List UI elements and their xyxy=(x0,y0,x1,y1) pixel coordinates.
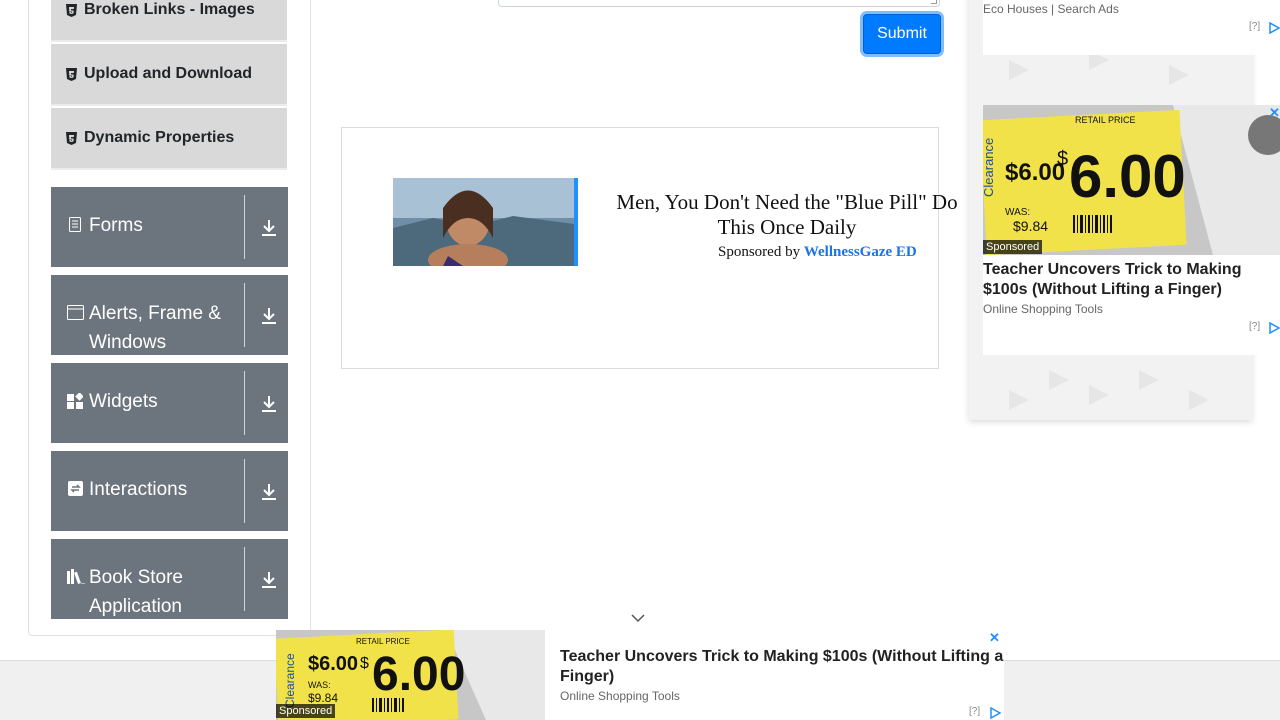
close-icon[interactable]: ✕ xyxy=(989,630,1000,646)
textarea-field[interactable] xyxy=(498,0,940,7)
chevron-down-icon[interactable] xyxy=(631,612,645,624)
left-panel: Broken Links - Images Upload and Downloa… xyxy=(28,0,311,636)
html5-icon xyxy=(65,3,77,17)
menu-item-upload-and-download[interactable]: Upload and Download xyxy=(51,44,287,106)
svg-text:$6.00: $6.00 xyxy=(308,653,358,675)
ad-source: Online Shopping Tools xyxy=(983,302,1103,316)
widgets-icon xyxy=(67,392,84,409)
download-icon[interactable] xyxy=(260,305,278,327)
books-icon xyxy=(67,569,85,585)
svg-text:$9.84: $9.84 xyxy=(1013,218,1048,234)
ad-headline[interactable]: Men, You Don't Need the "Blue Pill" Do T… xyxy=(597,190,977,240)
close-icon[interactable]: ✕ xyxy=(1269,105,1280,121)
svg-text:$: $ xyxy=(1057,148,1068,170)
ad-info-marker[interactable]: [?] xyxy=(969,706,980,717)
category-widgets[interactable]: Widgets xyxy=(51,363,288,443)
download-icon[interactable] xyxy=(260,481,278,503)
divider xyxy=(244,459,245,523)
svg-text:RETAIL PRICE: RETAIL PRICE xyxy=(356,637,410,646)
sponsored-label: Sponsored xyxy=(983,240,1043,254)
ad-sponsor: Sponsored by WellnessGaze ED xyxy=(718,244,917,261)
divider xyxy=(244,195,245,259)
svg-text:Clearance: Clearance xyxy=(983,138,996,197)
download-icon[interactable] xyxy=(260,569,278,591)
menu-item-label: Upload and Download xyxy=(84,65,252,82)
download-icon[interactable] xyxy=(260,393,278,415)
ad-info-marker[interactable]: [?] xyxy=(1249,21,1260,32)
sponsor-brand[interactable]: WellnessGaze ED xyxy=(804,244,917,260)
category-label: Book Store Application xyxy=(89,567,183,617)
html5-icon xyxy=(65,131,77,145)
category-label: Alerts, Frame & Windows xyxy=(89,303,221,353)
menu-item-label: Dynamic Properties xyxy=(84,129,235,146)
page: Broken Links - Images Upload and Downloa… xyxy=(0,0,1280,720)
category-label: Interactions xyxy=(89,479,188,500)
interactions-icon xyxy=(67,481,83,497)
svg-text:WAS:: WAS: xyxy=(1005,207,1030,218)
adchoices-icon[interactable] xyxy=(1268,322,1280,334)
category-alerts-frame-windows[interactable]: Alerts, Frame & Windows xyxy=(51,275,288,355)
divider xyxy=(244,371,245,435)
right-ad-card[interactable]: Clearance $6.00 RETAIL PRICE 6.00 $ WAS:… xyxy=(983,105,1280,355)
svg-text:$: $ xyxy=(360,655,369,672)
ad-source: Online Shopping Tools xyxy=(560,689,680,703)
category-label: Forms xyxy=(89,215,143,236)
menu-item-dynamic-properties[interactable]: Dynamic Properties xyxy=(51,108,287,170)
form-icon xyxy=(67,217,83,233)
bottom-sticky-ad[interactable]: Clearance $6.00 RETAIL PRICE 6.00 $ WAS:… xyxy=(276,630,1004,720)
category-book-store-application[interactable]: Book Store Application xyxy=(51,539,288,619)
svg-text:WAS:: WAS: xyxy=(308,680,331,690)
resize-handle[interactable] xyxy=(931,0,937,4)
html5-icon xyxy=(65,67,77,81)
menu-item-broken-links-images[interactable]: Broken Links - Images xyxy=(51,0,287,42)
svg-text:RETAIL PRICE: RETAIL PRICE xyxy=(1075,115,1136,125)
ad-info-marker[interactable]: [?] xyxy=(1249,321,1260,332)
right-ad-card-top[interactable]: Eco Houses | Search Ads [?] xyxy=(983,0,1280,55)
svg-text:Clearance: Clearance xyxy=(283,653,297,708)
adchoices-icon[interactable] xyxy=(1268,22,1280,34)
svg-text:$9.84: $9.84 xyxy=(308,691,338,705)
svg-text:6.00: 6.00 xyxy=(372,648,465,701)
ad-image[interactable]: Clearance $6.00 RETAIL PRICE 6.00 $ WAS:… xyxy=(983,105,1280,255)
category-label: Widgets xyxy=(89,391,158,412)
category-forms[interactable]: Forms xyxy=(51,187,288,267)
submit-button[interactable]: Submit xyxy=(863,14,941,54)
ad-title[interactable]: Teacher Uncovers Trick to Making $100s (… xyxy=(983,260,1273,300)
download-icon[interactable] xyxy=(260,217,278,239)
window-icon xyxy=(67,305,84,321)
menu-item-label: Broken Links - Images xyxy=(84,1,255,18)
sponsored-label: Sponsored xyxy=(276,704,336,718)
native-ad[interactable]: Men, You Don't Need the "Blue Pill" Do T… xyxy=(341,127,958,369)
divider xyxy=(244,547,245,611)
sponsor-prefix: Sponsored by xyxy=(718,244,801,260)
category-interactions[interactable]: Interactions xyxy=(51,451,288,531)
svg-text:6.00: 6.00 xyxy=(1069,143,1186,210)
ad-title[interactable]: Teacher Uncovers Trick to Making $100s (… xyxy=(560,647,1010,687)
divider xyxy=(244,283,245,347)
ad-source: Eco Houses | Search Ads xyxy=(983,2,1119,16)
adchoices-icon[interactable] xyxy=(989,707,1001,719)
ad-image[interactable] xyxy=(393,178,578,266)
